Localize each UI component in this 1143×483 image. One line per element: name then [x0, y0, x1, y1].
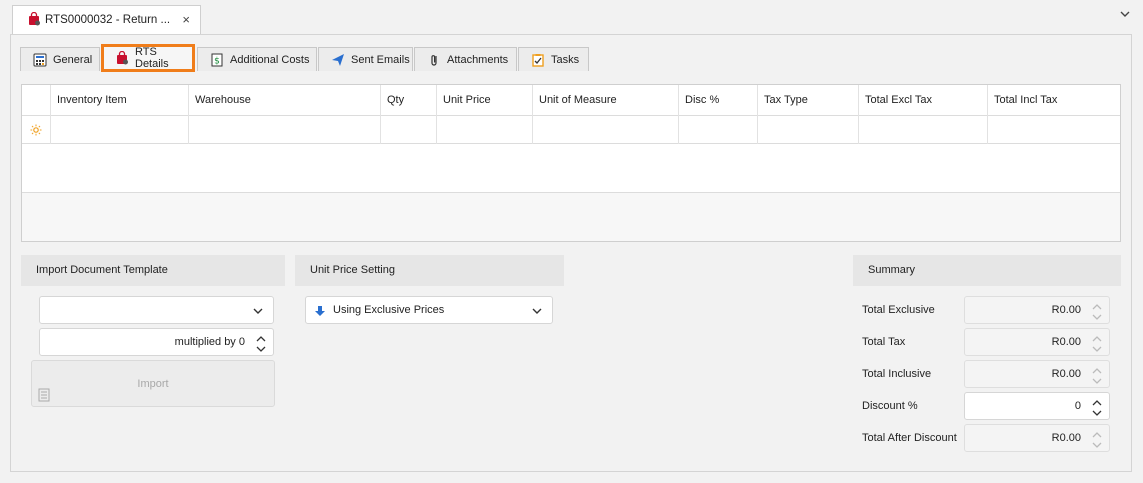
total-exclusive-field: R0.00 [964, 296, 1110, 324]
total-inclusive-field: R0.00 [964, 360, 1110, 388]
document-tab-title: RTS0000032 - Return ... [45, 14, 171, 26]
paper-plane-icon [331, 53, 345, 67]
import-list-icon [38, 376, 50, 402]
column-header-tax-type[interactable]: Tax Type [758, 85, 859, 116]
return-bag-icon [27, 11, 41, 29]
total-tax-label: Total Tax [862, 336, 906, 348]
column-header-total-excl-tax[interactable]: Total Excl Tax [859, 85, 988, 116]
cell-inventory-item[interactable] [51, 116, 189, 144]
spin-arrows-icon [1091, 430, 1103, 450]
spin-arrows-icon[interactable] [1091, 398, 1103, 418]
grid-footer [22, 193, 1120, 241]
chevron-down-icon[interactable] [531, 305, 543, 317]
column-header-total-incl-tax[interactable]: Total Incl Tax [988, 85, 1120, 116]
cell-total-incl-tax[interactable] [988, 116, 1120, 144]
chevron-down-icon[interactable] [252, 305, 264, 317]
import-section-header: Import Document Template [21, 255, 285, 286]
svg-text:$: $ [214, 56, 220, 66]
total-exclusive-value: R0.00 [1051, 304, 1081, 316]
cell-warehouse[interactable] [189, 116, 381, 144]
spin-arrows-icon [1091, 366, 1103, 386]
dollar-document-icon: $ [210, 53, 224, 67]
discount-percent-spinner[interactable]: 0 [964, 392, 1110, 420]
chevron-down-icon[interactable] [1119, 8, 1131, 20]
tab-tasks-label: Tasks [551, 53, 580, 66]
spin-arrows-icon [1091, 302, 1103, 322]
total-after-discount-label: Total After Discount [862, 432, 957, 444]
calculator-icon [33, 53, 47, 67]
unit-price-setting-value: Using Exclusive Prices [333, 304, 445, 316]
tab-general[interactable]: General [20, 47, 100, 71]
cell-total-excl-tax[interactable] [859, 116, 988, 144]
cell-disc[interactable] [679, 116, 758, 144]
total-inclusive-label: Total Inclusive [862, 368, 932, 380]
line-items-grid: Inventory Item Warehouse Qty Unit Price … [21, 84, 1121, 242]
tab-rts-details[interactable]: RTS Details [101, 44, 195, 72]
total-tax-field: R0.00 [964, 328, 1110, 356]
tab-attachments[interactable]: Attachments [414, 47, 517, 71]
tab-additional-costs[interactable]: $ Additional Costs [197, 47, 317, 71]
unit-price-setting-combo[interactable]: Using Exclusive Prices [305, 296, 553, 324]
cell-unit-price[interactable] [437, 116, 533, 144]
cell-qty[interactable] [381, 116, 437, 144]
new-item-row[interactable] [22, 116, 1120, 144]
multiplier-spinner[interactable]: multiplied by 0 [39, 328, 274, 356]
document-tab[interactable]: RTS0000032 - Return ... × [12, 5, 201, 34]
grid-header: Inventory Item Warehouse Qty Unit Price … [22, 85, 1120, 116]
import-button[interactable]: Import [31, 360, 275, 407]
column-header-qty[interactable]: Qty [381, 85, 437, 116]
column-header-unit-of-measure[interactable]: Unit of Measure [533, 85, 679, 116]
new-row-indicator [22, 116, 51, 144]
total-tax-value: R0.00 [1051, 336, 1081, 348]
arrow-down-blue-icon [314, 305, 326, 320]
cell-unit-of-measure[interactable] [533, 116, 679, 144]
row-indicator-header [22, 85, 51, 116]
tab-tasks[interactable]: Tasks [518, 47, 589, 71]
close-tab-button[interactable]: × [182, 12, 190, 27]
total-exclusive-label: Total Exclusive [862, 304, 935, 316]
tab-attachments-label: Attachments [447, 53, 509, 66]
import-button-label: Import [137, 378, 169, 390]
summary-section-header: Summary [853, 255, 1121, 286]
column-header-unit-price[interactable]: Unit Price [437, 85, 533, 116]
tab-rts-details-label: RTS Details [135, 46, 169, 70]
total-after-discount-field: R0.00 [964, 424, 1110, 452]
spin-arrows-icon[interactable] [255, 334, 267, 354]
cell-tax-type[interactable] [758, 116, 859, 144]
template-combo[interactable] [39, 296, 274, 324]
clipboard-check-icon [531, 53, 545, 67]
column-header-inventory-item[interactable]: Inventory Item [51, 85, 189, 116]
total-inclusive-value: R0.00 [1051, 368, 1081, 380]
column-header-warehouse[interactable]: Warehouse [189, 85, 381, 116]
tab-sent-emails-label: Sent Emails [351, 53, 410, 66]
tab-sent-emails[interactable]: Sent Emails [318, 47, 413, 71]
tab-general-label: General [53, 53, 93, 66]
column-header-disc[interactable]: Disc % [679, 85, 758, 116]
paperclip-icon [427, 53, 441, 67]
new-row-sun-icon [30, 124, 42, 139]
price-section-header: Unit Price Setting [295, 255, 564, 286]
discount-percent-value: 0 [1074, 400, 1081, 412]
multiplier-text: multiplied by 0 [174, 336, 245, 348]
total-after-discount-value: R0.00 [1051, 432, 1081, 444]
spin-arrows-icon [1091, 334, 1103, 354]
return-bag-icon [115, 50, 129, 65]
discount-percent-label: Discount % [862, 400, 918, 412]
tab-additional-costs-label: Additional Costs [230, 53, 310, 66]
